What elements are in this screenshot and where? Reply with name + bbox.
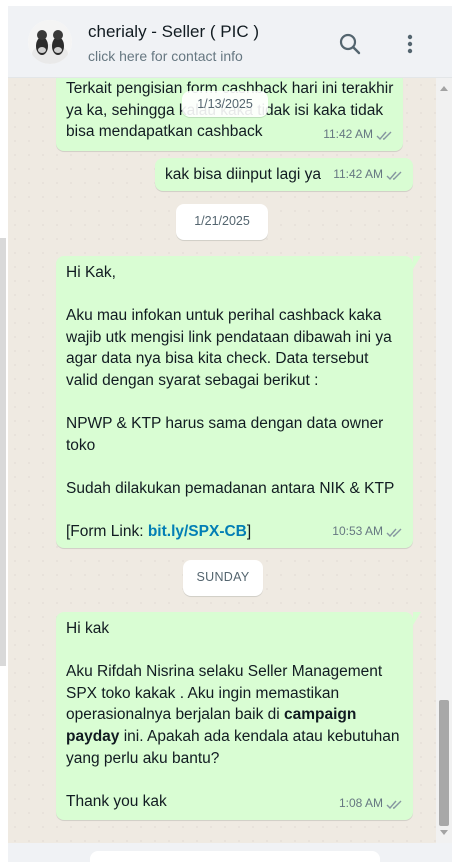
message-text: Hi Kak, Aku mau infokan untuk perihal ca… xyxy=(66,262,404,543)
form-link-suffix: ] xyxy=(246,523,252,541)
message-time: 11:42 AM xyxy=(333,167,383,182)
avatar[interactable] xyxy=(28,20,72,64)
search-icon xyxy=(339,33,361,55)
message-text: Hi kak Aku Rifdah Nisrina selaku Seller … xyxy=(66,618,404,812)
message-bubble-outgoing[interactable]: Hi Kak, Aku mau infokan untuk perihal ca… xyxy=(56,256,421,548)
avatar-image xyxy=(28,20,72,64)
bubble-tail xyxy=(413,256,421,269)
scroll-up-arrow[interactable] xyxy=(440,86,448,91)
message-time: 1:08 AM xyxy=(338,796,383,811)
chat-scrollbar[interactable] xyxy=(436,78,452,843)
contact-info-hint[interactable]: click here for contact info xyxy=(88,48,243,64)
message-meta: 11:42 AM xyxy=(323,124,394,146)
message-line: Aku mau infokan untuk perihal cashback k… xyxy=(66,307,397,389)
message-bubble-outgoing[interactable]: Hi kak Aku Rifdah Nisrina selaku Seller … xyxy=(56,612,421,820)
floating-date-chip: 1/13/2025 xyxy=(182,91,268,117)
date-separator: SUNDAY xyxy=(183,560,263,596)
scrollbar-thumb[interactable] xyxy=(439,700,449,826)
message-meta: 10:53 AM xyxy=(332,521,404,543)
message-list[interactable]: Terkait pengisian form cashback hari ini… xyxy=(8,78,452,843)
message-closing: Thank you kak xyxy=(66,792,167,810)
date-separator: 1/21/2025 xyxy=(176,204,268,240)
message-line: Hi Kak, xyxy=(66,264,116,281)
vertical-ellipsis-icon xyxy=(407,34,413,54)
form-link-prefix: [Form Link: xyxy=(66,523,148,541)
message-input[interactable] xyxy=(90,851,380,862)
message-line: NPWP & KTP harus sama dengan data owner … xyxy=(66,415,388,454)
message-time: 10:53 AM xyxy=(332,524,383,539)
message-line: Sudah dilakukan pemadanan antara NIK & K… xyxy=(66,479,395,497)
message-bubble-outgoing[interactable]: kak bisa diinput lagi ya 11:42 AM xyxy=(155,158,413,191)
double-check-icon xyxy=(386,800,402,809)
scroll-down-arrow[interactable] xyxy=(440,830,448,835)
double-check-icon xyxy=(376,131,392,140)
message-meta: 11:42 AM xyxy=(333,164,404,186)
form-link[interactable]: bit.ly/SPX-CB xyxy=(148,523,247,540)
menu-button[interactable] xyxy=(396,30,424,58)
background-panel-edge xyxy=(0,238,6,666)
chat-window: cherialy - Seller ( PIC ) click here for… xyxy=(8,6,452,862)
compose-bar xyxy=(8,843,452,862)
double-check-icon xyxy=(386,528,402,537)
chat-header[interactable]: cherialy - Seller ( PIC ) click here for… xyxy=(8,6,452,78)
bubble-tail xyxy=(413,612,421,625)
contact-name[interactable]: cherialy - Seller ( PIC ) xyxy=(88,22,259,42)
window-right-edge xyxy=(452,6,472,862)
double-check-icon xyxy=(386,171,402,180)
message-meta: 1:08 AM xyxy=(339,793,404,815)
message-greeting: Hi kak xyxy=(66,620,110,637)
message-time: 11:42 AM xyxy=(323,127,373,142)
search-button[interactable] xyxy=(336,30,364,58)
